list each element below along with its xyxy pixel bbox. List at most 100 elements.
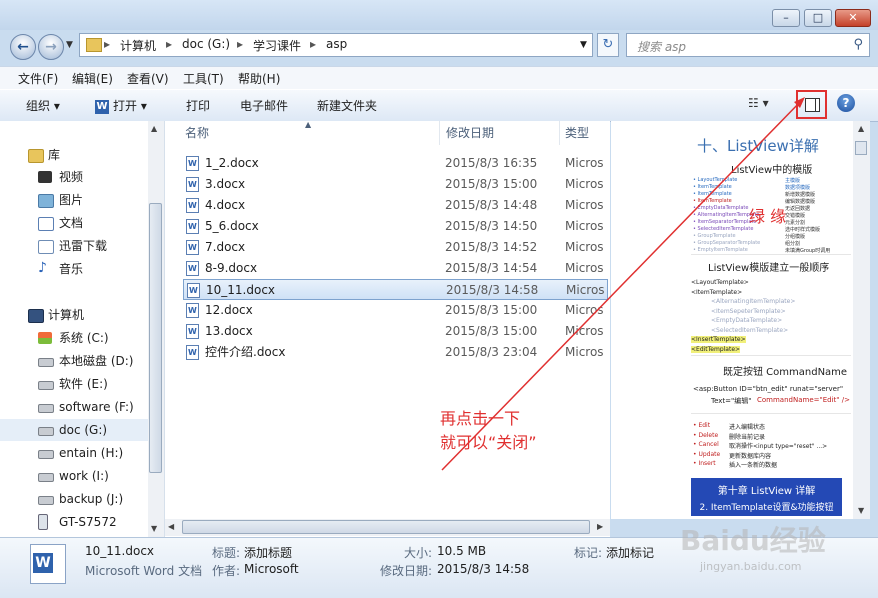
nav-thunder-downloads[interactable]: 迅雷下载: [0, 235, 148, 257]
preview-command-desc: 更新数据库内容: [729, 452, 772, 460]
music-icon: ♪: [38, 260, 47, 276]
nav-computer-label: 计算机: [48, 308, 85, 322]
change-view-icon[interactable]: ☷ ▾: [748, 96, 769, 110]
file-row-selected[interactable]: 10_11.docx 2015/8/3 14:58 Micros: [183, 279, 608, 300]
file-row[interactable]: 8-9.docx 2015/8/3 14:54 Micros: [183, 258, 608, 279]
preview-divider: [691, 355, 851, 356]
file-name: 13.docx: [205, 324, 253, 338]
crumb-asp[interactable]: asp: [326, 37, 347, 51]
menu-edit[interactable]: 编辑(E): [72, 70, 113, 87]
refresh-button[interactable]: ↻: [597, 33, 619, 57]
scroll-left-icon[interactable]: ◀: [168, 522, 174, 531]
refresh-icon: ↻: [602, 37, 614, 52]
column-divider[interactable]: [559, 121, 560, 145]
menu-view[interactable]: 查看(V): [127, 70, 169, 87]
nav-drive-j[interactable]: backup (J:): [0, 488, 148, 510]
list-horizontal-scrollbar[interactable]: ◀ ▶: [165, 519, 610, 536]
preview-scroll-thumb[interactable]: [855, 141, 867, 155]
preview-template-item: • GroupSeparatorTemplate: [693, 240, 761, 246]
scroll-down-icon[interactable]: ▼: [858, 506, 864, 515]
help-icon[interactable]: ?: [837, 94, 855, 112]
preview-command-desc: 取消操作<input type="reset" ...>: [729, 443, 828, 450]
word-doc-icon: [186, 198, 199, 213]
menu-tools[interactable]: 工具(T): [183, 70, 224, 87]
crumb-study-folder[interactable]: 学习课件: [253, 37, 301, 54]
file-row[interactable]: 5_6.docx 2015/8/3 14:50 Micros: [183, 216, 608, 237]
nav-drive-c[interactable]: 系统 (C:): [0, 327, 148, 349]
open-button[interactable]: W 打开 ▾: [95, 97, 147, 114]
preview-scrollbar[interactable]: ▲ ▼: [853, 121, 870, 519]
nav-libraries[interactable]: 库: [0, 144, 148, 166]
nav-drive-g[interactable]: doc (G:): [0, 419, 148, 441]
minimize-button[interactable]: –: [772, 9, 800, 27]
column-header-date[interactable]: 修改日期: [446, 121, 494, 145]
nav-music-label: 音乐: [59, 262, 84, 276]
nav-music[interactable]: ♪ 音乐: [0, 258, 148, 280]
preview-pane-button[interactable]: [796, 90, 827, 119]
column-header-name[interactable]: 名称: [185, 121, 209, 145]
crumb-doc-drive[interactable]: doc (G:): [182, 37, 230, 51]
column-divider[interactable]: [439, 121, 440, 145]
file-row[interactable]: 控件介绍.docx 2015/8/3 23:04 Micros: [183, 342, 608, 363]
maximize-button[interactable]: □: [804, 9, 832, 27]
preview-template-desc: 新增数据模版: [785, 192, 816, 198]
word-doc-icon: [186, 324, 199, 339]
nav-documents[interactable]: 文档: [0, 212, 148, 234]
preview-order-item: <ItemSepeterTemplate>: [711, 307, 786, 315]
word-doc-icon: [186, 303, 199, 318]
address-bar[interactable]: ▸ 计算机 ▸ doc (G:) ▸ 学习课件 ▸ asp: [79, 33, 593, 57]
library-icon: [28, 149, 44, 163]
column-header-type[interactable]: 类型: [565, 121, 589, 145]
crumb-computer[interactable]: 计算机: [120, 37, 156, 54]
scroll-up-icon[interactable]: ▲: [858, 124, 864, 133]
file-row[interactable]: 1_2.docx 2015/8/3 16:35 Micros: [183, 153, 608, 174]
file-row[interactable]: 7.docx 2015/8/3 14:52 Micros: [183, 237, 608, 258]
menu-file[interactable]: 文件(F): [18, 70, 58, 87]
details-title-value[interactable]: 添加标题: [244, 544, 292, 561]
file-row[interactable]: 4.docx 2015/8/3 14:48 Micros: [183, 195, 608, 216]
preview-order-item: <LayoutTemplate>: [691, 279, 749, 286]
annotation-line2: 就可以“关闭”: [440, 433, 537, 452]
file-row[interactable]: 3.docx 2015/8/3 15:00 Micros: [183, 174, 608, 195]
menu-bar: 文件(F) 编辑(E) 查看(V) 工具(T) 帮助(H): [0, 66, 878, 89]
nav-scrollbar[interactable]: ▲ ▼: [148, 121, 164, 537]
search-box[interactable]: 搜索 asp ⚲: [626, 33, 870, 57]
recent-pages-dropdown[interactable]: ▼: [66, 40, 73, 50]
crumb-separator-icon: ▸: [310, 37, 317, 51]
file-name: 1_2.docx: [205, 156, 259, 170]
preview-pane-icon: [805, 98, 820, 112]
scroll-down-icon[interactable]: ▼: [151, 524, 157, 533]
scroll-up-icon[interactable]: ▲: [151, 124, 157, 133]
folder-icon: [86, 38, 102, 52]
nav-scroll-thumb[interactable]: [149, 203, 162, 473]
details-author-value[interactable]: Microsoft: [244, 562, 299, 576]
nav-phone[interactable]: GT-S7572: [0, 511, 148, 533]
nav-drive-h[interactable]: entain (H:): [0, 442, 148, 464]
scroll-right-icon[interactable]: ▶: [597, 522, 603, 531]
forward-button[interactable]: →: [38, 34, 64, 60]
file-row[interactable]: 12.docx 2015/8/3 15:00 Micros: [183, 300, 608, 321]
nav-videos[interactable]: 视频: [0, 166, 148, 188]
print-button[interactable]: 打印: [186, 97, 210, 114]
email-button[interactable]: 电子邮件: [240, 97, 288, 114]
nav-drive-i[interactable]: work (I:): [0, 465, 148, 487]
nav-drive-e[interactable]: 软件 (E:): [0, 373, 148, 395]
word-doc-icon: [187, 283, 200, 298]
list-scroll-thumb[interactable]: [182, 520, 590, 534]
nav-drive-f[interactable]: software (F:): [0, 396, 148, 418]
nav-drive-d-label: 本地磁盘 (D:): [59, 354, 134, 368]
close-button[interactable]: ✕: [835, 9, 871, 27]
phone-icon: [38, 514, 48, 530]
menu-help[interactable]: 帮助(H): [238, 70, 280, 87]
nav-computer[interactable]: 计算机: [0, 304, 148, 326]
organize-button[interactable]: 组织 ▾: [26, 97, 60, 114]
file-row[interactable]: 13.docx 2015/8/3 15:00 Micros: [183, 321, 608, 342]
back-button[interactable]: ←: [10, 34, 36, 60]
maximize-icon: □: [812, 11, 824, 24]
nav-pictures[interactable]: 图片: [0, 189, 148, 211]
new-folder-button[interactable]: 新建文件夹: [317, 97, 377, 114]
nav-drive-d[interactable]: 本地磁盘 (D:): [0, 350, 148, 372]
address-dropdown-icon[interactable]: ▼: [580, 40, 587, 50]
details-tags-value[interactable]: 添加标记: [606, 544, 654, 561]
word-doc-icon: [186, 240, 199, 255]
